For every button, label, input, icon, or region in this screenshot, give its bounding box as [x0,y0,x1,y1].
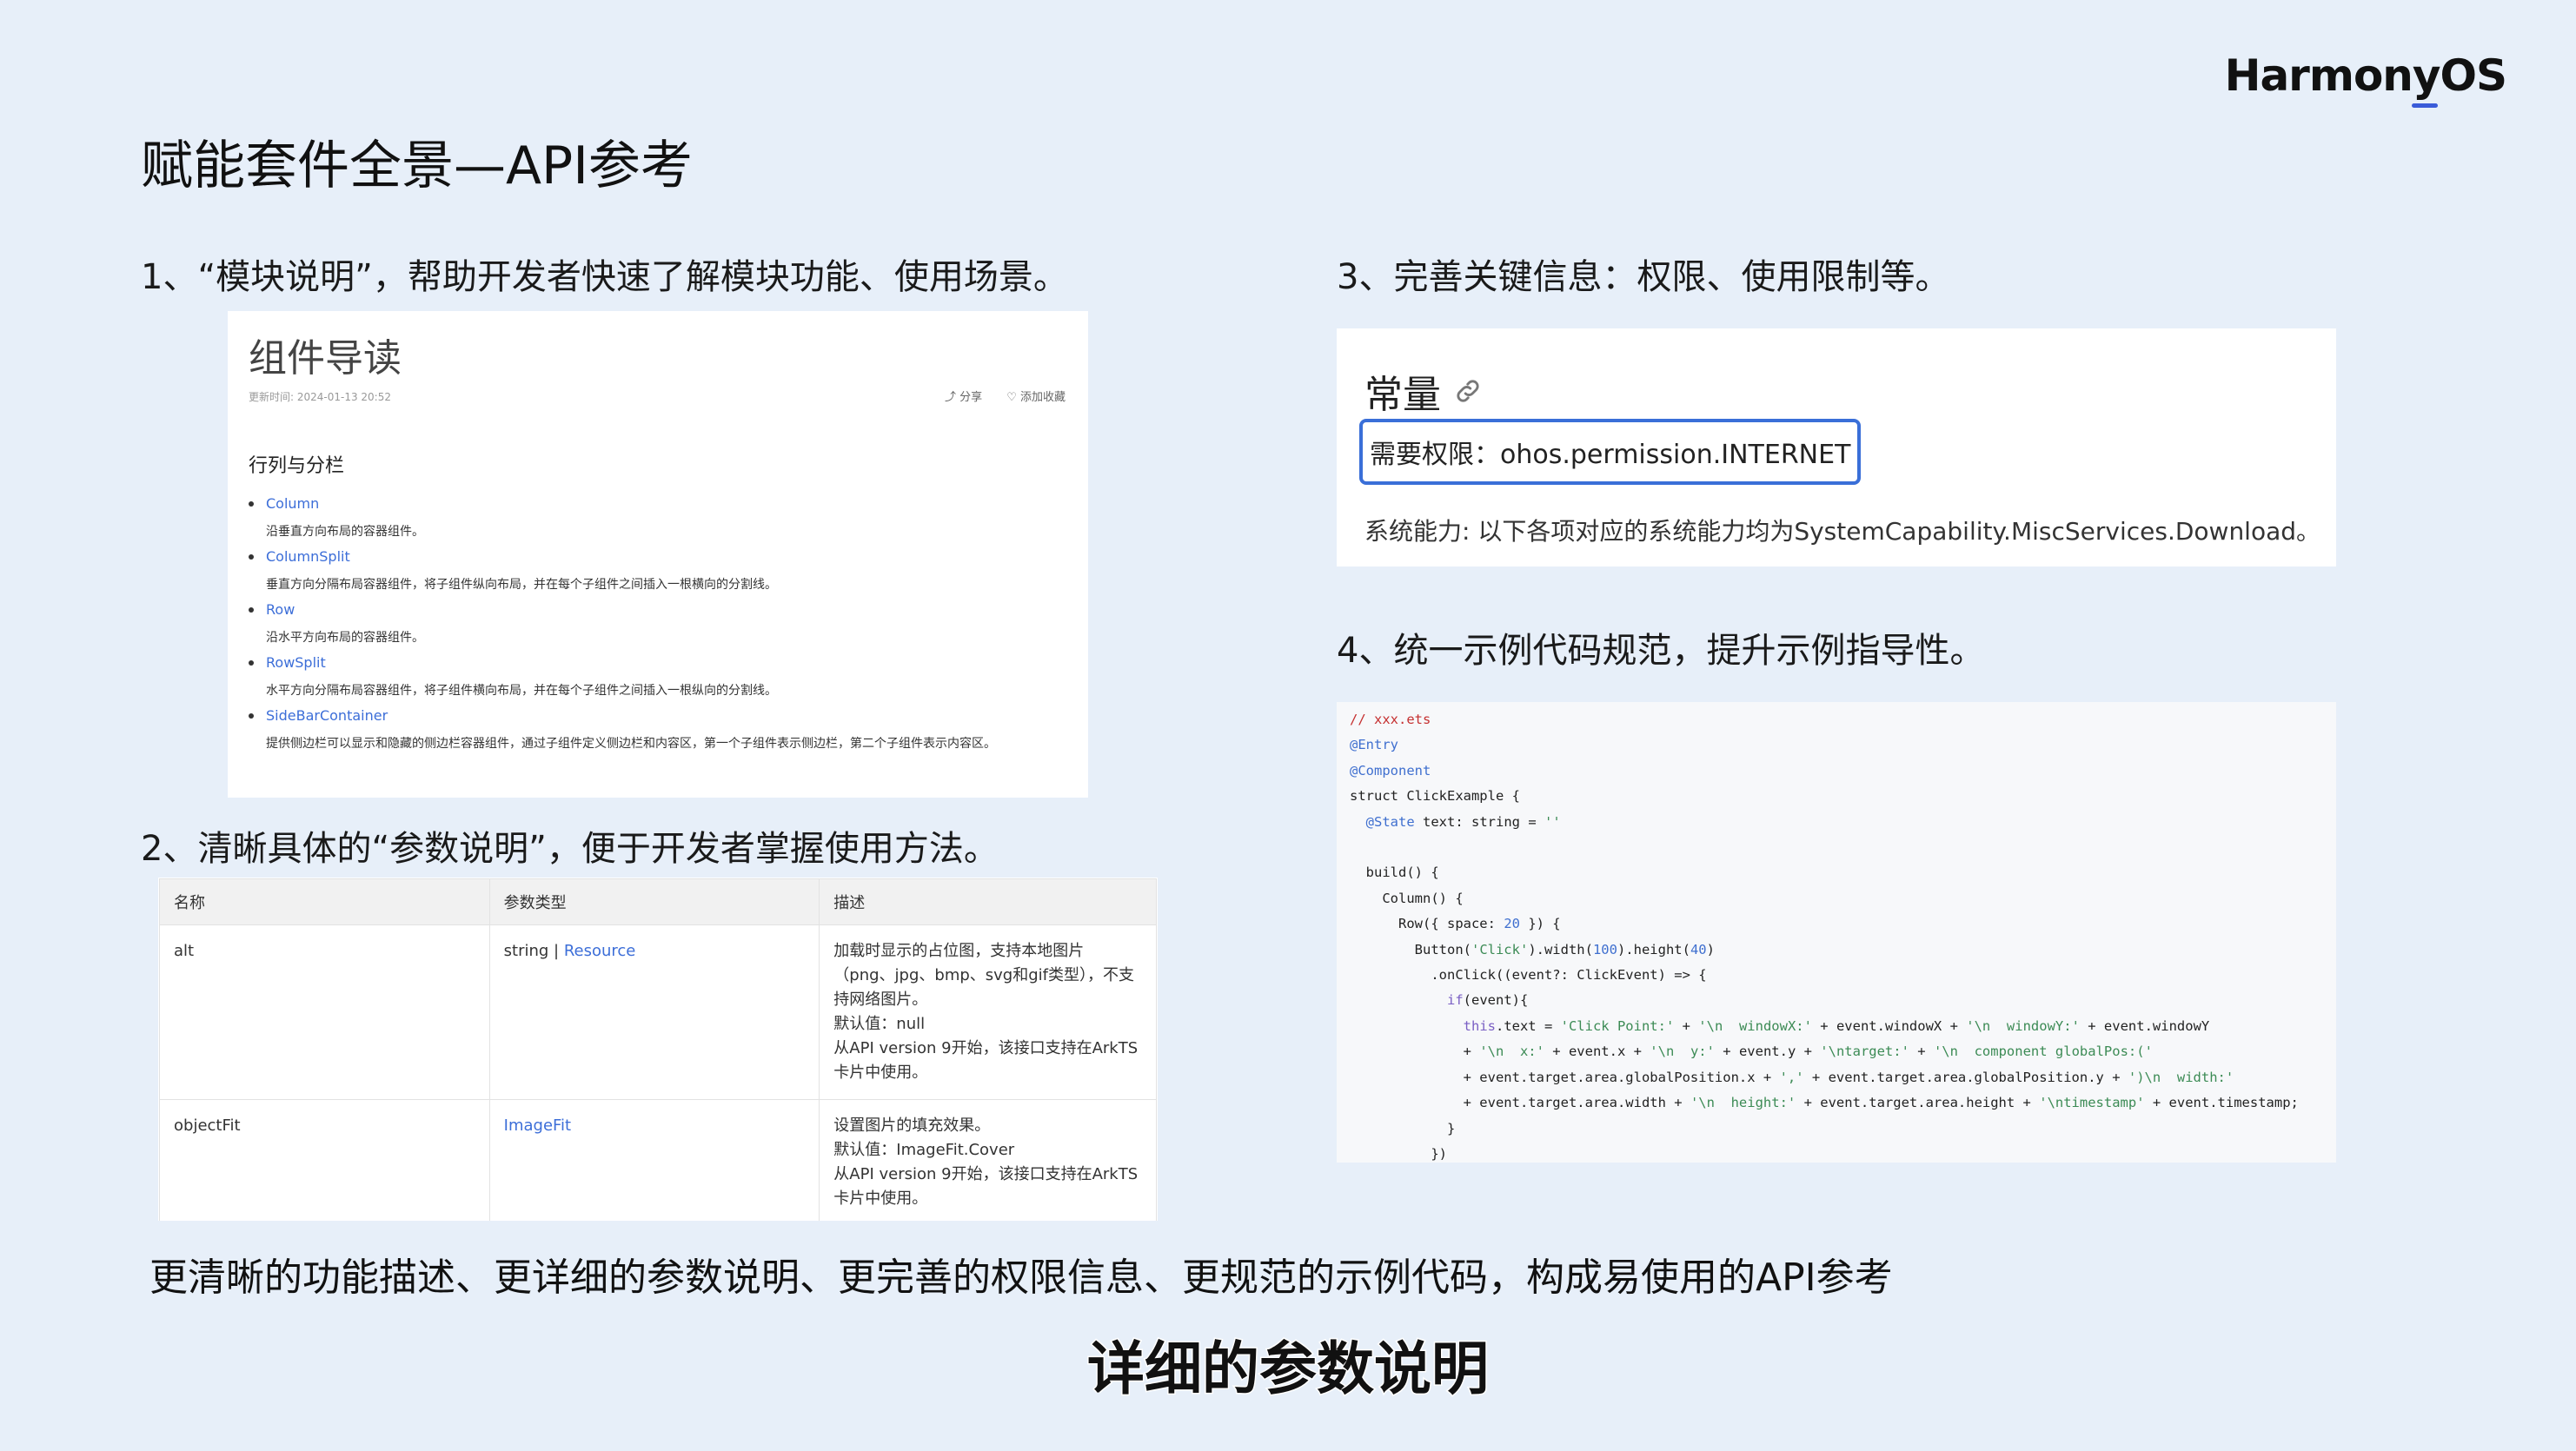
section-1-heading: 1、“模块说明”，帮助开发者快速了解模块功能、使用场景。 [141,257,1068,297]
code-line: }) [1350,1145,1447,1162]
code-line: Row({ space: 20 }) { [1350,916,1561,932]
guide-component-list: Column 沿垂直方向布局的容器组件。 ColumnSplit 垂直方向分隔布… [249,495,1074,760]
column-header-name: 名称 [159,878,490,925]
list-item: ColumnSplit 垂直方向分隔布局容器组件，将子组件纵向布局，并在每个子组… [249,548,1074,594]
table-row: alt string | Resource 加载时显示的占位图，支持本地图片（p… [159,924,1157,1100]
summary-text: 更清晰的功能描述、更详细的参数说明、更完善的权限信息、更规范的示例代码，构成易使… [149,1256,1893,1300]
code-line: this.text = 'Click Point:' + '\n windowX… [1463,1017,2210,1034]
section-3-heading: 3、完善关键信息：权限、使用限制等。 [1337,257,1950,297]
code-block: // xxx.ets @Entry @Component struct ClickEx… [1350,707,2299,1167]
code-line: build() { [1350,865,1439,881]
code-line: + '\n x:' + event.x + '\n y:' + event.y … [1350,1044,2153,1060]
params-table-panel: 名称 参数类型 描述 alt string | Resource 加载时显示的占… [158,878,1158,1221]
guide-subheading: 行列与分栏 [249,455,345,477]
heart-icon: ♡ [1006,391,1020,404]
code-line: @State text: string = '' [1365,813,1561,830]
code-line: + event.target.area.globalPosition.x + '… [1350,1069,2234,1085]
link-icon[interactable] [1453,376,1483,406]
permission-highlight: 需要权限：ohos.permission.INTERNET [1359,419,1862,485]
code-line: } [1350,1120,1456,1136]
code-line: @Entry [1350,737,1398,753]
param-type: string | Resource [488,924,820,1100]
harmonyos-logo: HarmonyOS [2225,50,2507,108]
param-type: ImageFit [488,1099,820,1221]
component-link[interactable]: Column [249,495,1074,512]
type-link[interactable]: Resource [564,942,636,960]
code-example-panel: // xxx.ets @Entry @Component struct ClickEx… [1337,702,2336,1163]
params-table: 名称 参数类型 描述 alt string | Resource 加载时显示的占… [159,878,1157,1221]
guide-updated-time: 更新时间: 2024-01-13 20:52 [249,391,391,403]
guide-heading: 组件导读 [249,336,402,381]
code-line: struct ClickExample { [1350,788,1520,805]
param-desc: 加载时显示的占位图，支持本地图片（png、jpg、bmp、svg和gif类型），… [819,924,1157,1100]
section-4-heading: 4、统一示例代码规范，提升示例指导性。 [1337,631,1985,671]
table-row: objectFit ImageFit 设置图片的填充效果。 默认值：ImageF… [159,1099,1157,1221]
component-link[interactable]: SideBarContainer [249,707,1074,724]
list-item: Column 沿垂直方向布局的容器组件。 [249,495,1074,541]
logo-accent-bar [2411,103,2438,108]
component-link[interactable]: Row [249,601,1074,618]
slide-title: 赋能套件全景—API参考 [141,136,693,196]
component-desc: 沿水平方向布局的容器组件。 [266,631,424,645]
code-line: + event.target.area.width + '\n height:'… [1350,1095,2299,1111]
component-link[interactable]: RowSplit [249,654,1074,671]
share-icon: ⤴ [945,391,960,404]
share-button[interactable]: ⤴ 分享 [945,388,982,404]
code-line: @Component [1350,762,1431,779]
list-item: SideBarContainer 提供侧边栏可以显示和隐藏的侧边栏容器组件，通过… [249,707,1074,753]
param-desc: 设置图片的填充效果。 默认值：ImageFit.Cover 从API versi… [819,1099,1157,1221]
type-link[interactable]: ImageFit [504,1116,571,1135]
section-2-heading: 2、清晰具体的“参数说明”，便于开发者掌握使用方法。 [141,829,999,869]
column-header-desc: 描述 [819,878,1157,925]
list-item: RowSplit 水平方向分隔布局容器组件，将子组件横向布局，并在每个子组件之间… [249,654,1074,700]
video-subtitle: 详细的参数说明 [1086,1335,1490,1404]
code-line: Button('Click').width(100).height(40) [1350,941,1715,957]
param-name: objectFit [159,1099,490,1221]
code-line: Column() { [1350,890,1464,906]
component-desc: 垂直方向分隔布局容器组件，将子组件纵向布局，并在每个子组件之间插入一根横向的分割… [266,578,777,592]
component-desc: 提供侧边栏可以显示和隐藏的侧边栏容器组件，通过子组件定义侧边栏和内容区，第一个子… [266,737,996,751]
code-line: .onClick((event?: ClickEvent) => { [1350,967,1707,984]
component-link[interactable]: ColumnSplit [249,548,1074,565]
constants-panel: 常量 需要权限：ohos.permission.INTERNET 系统能力: 以… [1337,328,2336,566]
param-name: alt [159,924,490,1100]
component-desc: 沿垂直方向布局的容器组件。 [266,525,424,539]
code-line: if(event){ [1446,992,1529,1009]
column-header-type: 参数类型 [488,878,820,925]
favorite-button[interactable]: ♡ 添加收藏 [1006,388,1066,404]
guide-actions: ⤴ 分享 ♡ 添加收藏 [945,388,1066,404]
list-item: Row 沿水平方向布局的容器组件。 [249,601,1074,647]
component-desc: 水平方向分隔布局容器组件，将子组件横向布局，并在每个子组件之间插入一根纵向的分割… [266,684,777,698]
code-line: // xxx.ets [1350,712,1431,727]
system-capability: 系统能力: 以下各项对应的系统能力均为SystemCapability.Misc… [1364,517,2321,546]
component-guide-panel: 组件导读 更新时间: 2024-01-13 20:52 ⤴ 分享 ♡ 添加收藏 … [228,311,1088,798]
constants-heading: 常量 [1364,363,1483,419]
